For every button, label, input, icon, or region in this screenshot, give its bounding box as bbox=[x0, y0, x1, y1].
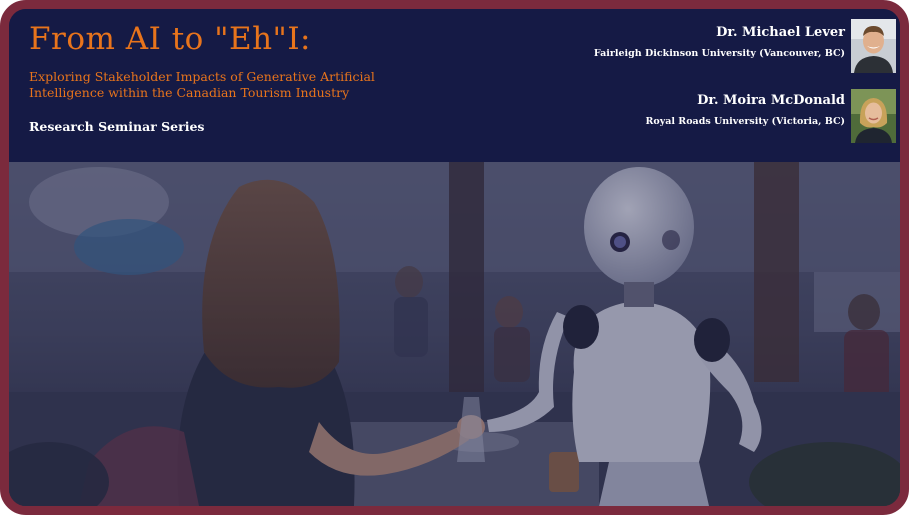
presenter-affiliation: Fairleigh Dickinson University (Vancouve… bbox=[593, 48, 845, 59]
woman-and-robot-illustration bbox=[9, 162, 900, 506]
person-photo-icon bbox=[851, 89, 896, 143]
cafe-robot-photo bbox=[9, 162, 900, 506]
person-photo-icon bbox=[851, 19, 896, 73]
presenter-name: Dr. Moira McDonald bbox=[697, 93, 845, 108]
presenter-name: Dr. Michael Lever bbox=[716, 25, 845, 40]
slide-header: From AI to "Eh"I: Exploring Stakeholder … bbox=[9, 9, 900, 162]
presenter-michael-lever: Dr. Michael Lever Fairleigh Dickinson Un… bbox=[594, 25, 845, 59]
slide-subtitle: Exploring Stakeholder Impacts of Generat… bbox=[29, 69, 375, 100]
slide-frame: From AI to "Eh"I: Exploring Stakeholder … bbox=[0, 0, 909, 515]
seminar-series-label: Research Seminar Series bbox=[29, 119, 205, 134]
presenter-photo-michael-lever bbox=[851, 19, 896, 73]
presenter-moira-mcdonald: Dr. Moira McDonald Royal Roads Universit… bbox=[645, 93, 845, 127]
slide-title: From AI to "Eh"I: bbox=[29, 21, 312, 57]
presenter-affiliation: Royal Roads University (Victoria, BC) bbox=[645, 116, 845, 127]
presenter-photo-moira-mcdonald bbox=[851, 89, 896, 143]
